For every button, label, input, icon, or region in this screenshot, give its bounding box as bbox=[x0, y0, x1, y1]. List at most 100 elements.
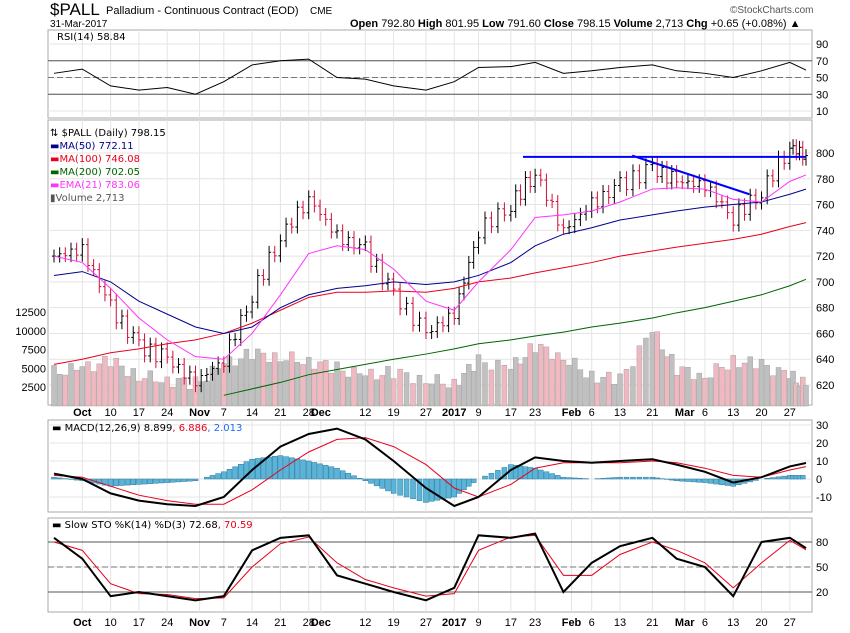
macd-histogram-bar bbox=[209, 475, 216, 480]
volume-bar bbox=[527, 343, 533, 407]
x-tick-label: 17 bbox=[505, 407, 517, 419]
volume-bar bbox=[517, 363, 524, 407]
macd-histogram-bar bbox=[255, 458, 261, 480]
volume-bar bbox=[736, 367, 742, 407]
x-tick-label: 2017 bbox=[442, 617, 466, 629]
macd-histogram-bar bbox=[390, 478, 397, 494]
x-tick-label: 19 bbox=[387, 617, 399, 629]
macd-histogram-bar bbox=[555, 475, 561, 480]
volume-bar bbox=[272, 352, 278, 407]
price-y-tick: 780 bbox=[816, 174, 834, 186]
volume-y-tick: 10000 bbox=[15, 326, 46, 338]
price-y-tick: 640 bbox=[816, 354, 834, 366]
rsi-y-tick: 70 bbox=[816, 56, 828, 68]
x-tick-label: 13 bbox=[727, 407, 739, 419]
volume-bar bbox=[187, 389, 193, 407]
volume-bar bbox=[397, 368, 403, 407]
volume-bar bbox=[606, 371, 612, 407]
volume-bar bbox=[532, 352, 538, 407]
x-tick-label: 6 bbox=[589, 617, 595, 629]
macd-histogram-bar bbox=[334, 467, 340, 480]
volume-bar bbox=[643, 337, 649, 407]
macd-histogram-bar bbox=[317, 463, 323, 480]
volume-bar bbox=[508, 368, 514, 407]
volume-bar bbox=[594, 382, 601, 407]
rsi-y-tick: 10 bbox=[816, 106, 828, 118]
volume-bar bbox=[488, 369, 495, 407]
x-tick-label: 24 bbox=[161, 617, 173, 629]
macd-histogram-bar bbox=[288, 457, 295, 480]
macd-histogram-bar bbox=[238, 463, 244, 480]
x-tick-label: 21 bbox=[646, 407, 658, 419]
macd-histogram-bar bbox=[707, 478, 714, 484]
macd-histogram-bar bbox=[153, 478, 159, 484]
volume-bar bbox=[119, 365, 125, 407]
macd-histogram-bar bbox=[800, 475, 806, 480]
macd-histogram-bar bbox=[630, 476, 636, 480]
x-tick-label: 9 bbox=[475, 407, 481, 419]
macd-histogram-bar bbox=[141, 478, 148, 485]
volume-bar bbox=[56, 374, 63, 407]
macd-histogram-bar bbox=[170, 478, 176, 483]
macd-histogram-bar bbox=[713, 478, 719, 485]
macd-histogram-bar bbox=[440, 478, 446, 500]
volume-bar bbox=[673, 374, 680, 407]
volume-bar bbox=[102, 356, 108, 407]
volume-bar bbox=[560, 359, 567, 407]
macd-histogram-bar bbox=[605, 477, 612, 480]
x-tick-label: 17 bbox=[133, 617, 145, 629]
volume-bar bbox=[630, 366, 636, 407]
volume-bar bbox=[600, 376, 606, 407]
volume-bar bbox=[153, 381, 159, 407]
volume-bar bbox=[170, 386, 176, 407]
volume-bar bbox=[583, 377, 589, 407]
macd-histogram-bar bbox=[560, 476, 567, 480]
x-tick-label: 20 bbox=[755, 407, 767, 419]
volume-bar bbox=[300, 364, 306, 407]
volume-bar bbox=[475, 354, 482, 407]
volume-bar bbox=[654, 331, 660, 407]
macd-histogram-bar bbox=[322, 465, 329, 480]
macd-histogram-bar bbox=[549, 473, 555, 480]
volume-bar bbox=[390, 378, 397, 407]
macd-histogram-bar bbox=[702, 478, 708, 483]
volume-bar bbox=[238, 358, 244, 407]
macd-histogram-bar bbox=[461, 478, 467, 491]
volume-bar bbox=[107, 366, 114, 407]
macd-histogram-bar bbox=[397, 478, 403, 496]
volume-bar bbox=[566, 364, 572, 407]
macd-histogram-bar bbox=[673, 478, 680, 482]
volume-bar bbox=[753, 368, 759, 407]
volume-y-tick: 12500 bbox=[15, 307, 46, 319]
volume-bar bbox=[659, 349, 665, 407]
x-tick-label: 14 bbox=[246, 617, 258, 629]
sto-y-tick: 80 bbox=[816, 537, 828, 549]
macd-histogram-bar bbox=[488, 472, 495, 480]
volume-bar bbox=[356, 373, 363, 407]
volume-bar bbox=[719, 367, 725, 407]
x-tick-label: 6 bbox=[702, 407, 708, 419]
volume-bar bbox=[466, 364, 472, 407]
macd-histogram-bar bbox=[345, 472, 352, 480]
macd-histogram-bar bbox=[368, 478, 374, 484]
macd-histogram-bar bbox=[571, 477, 578, 480]
x-tick-label: Oct bbox=[73, 407, 92, 419]
volume-bar bbox=[713, 363, 719, 407]
macd-histogram-bar bbox=[147, 478, 153, 484]
volume-bar bbox=[803, 385, 809, 407]
volume-bar bbox=[781, 370, 787, 407]
x-tick-label: 6 bbox=[589, 407, 595, 419]
macd-histogram-bar bbox=[538, 469, 544, 480]
volume-bar bbox=[136, 380, 142, 407]
volume-bar bbox=[513, 357, 519, 407]
x-tick-label: 7 bbox=[221, 407, 227, 419]
macd-histogram-bar bbox=[770, 477, 776, 480]
volume-bar bbox=[243, 348, 250, 407]
macd-histogram-bar bbox=[226, 469, 233, 480]
macd-histogram-bar bbox=[56, 477, 63, 480]
macd-histogram-bar bbox=[696, 478, 703, 483]
volume-bar bbox=[339, 370, 346, 407]
volume-bar bbox=[368, 368, 374, 407]
x-tick-label: 24 bbox=[161, 407, 173, 419]
macd-histogram-bar bbox=[470, 478, 477, 483]
